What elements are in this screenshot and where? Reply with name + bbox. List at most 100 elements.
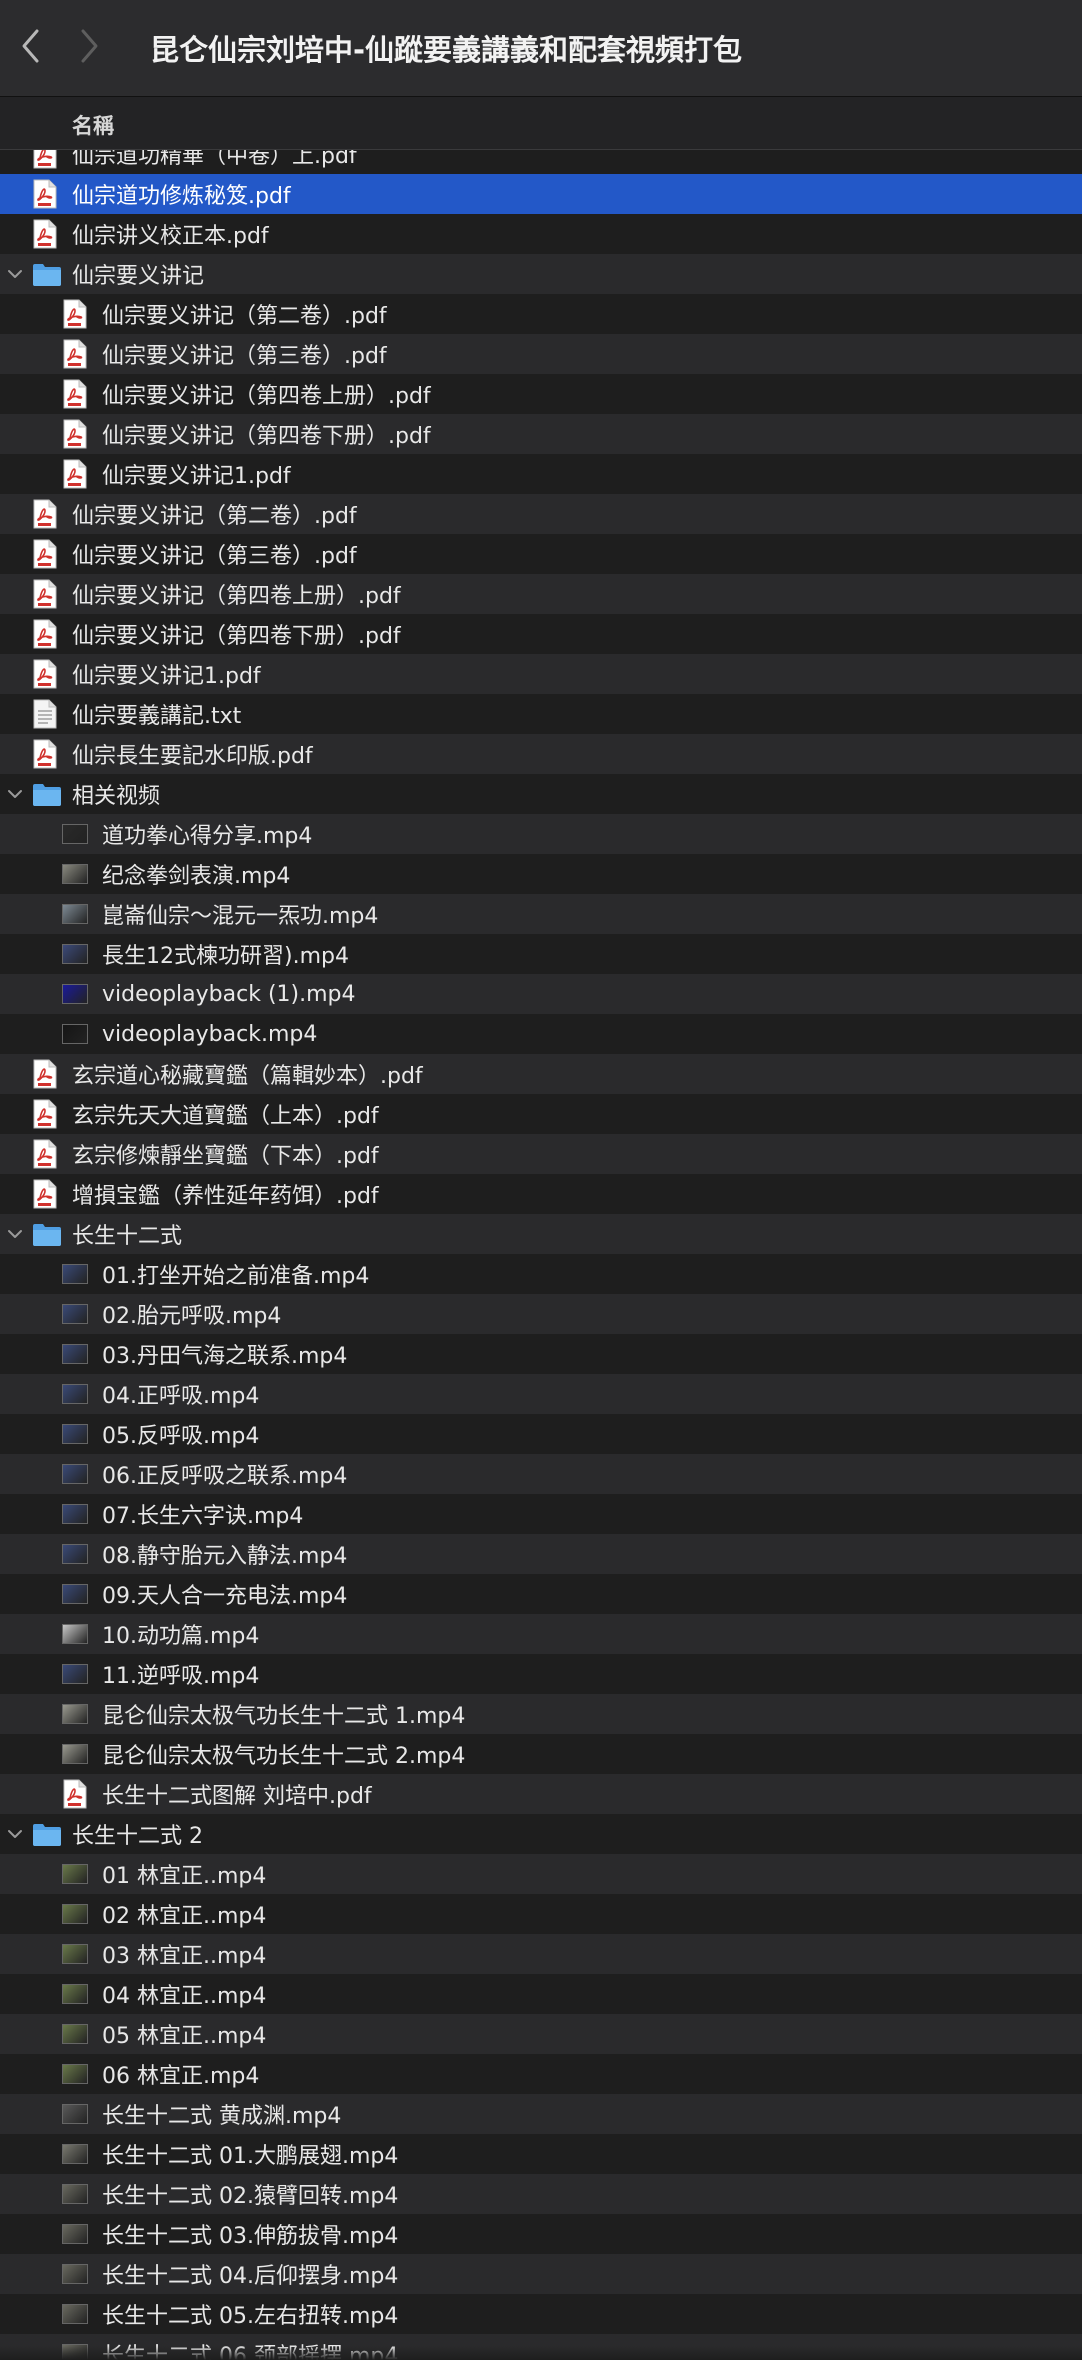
file-row[interactable]: 纪念拳剑表演.mp4 xyxy=(0,854,1082,894)
file-row[interactable]: 道功拳心得分享.mp4 xyxy=(0,814,1082,854)
file-row[interactable]: videoplayback.mp4 xyxy=(0,1014,1082,1054)
video-thumbnail-icon xyxy=(62,1903,88,1925)
video-thumbnail-icon xyxy=(62,2303,88,2325)
file-row[interactable]: 07.长生六字诀.mp4 xyxy=(0,1494,1082,1534)
file-row[interactable]: 长生十二式 01.大鹏展翅.mp4 xyxy=(0,2134,1082,2174)
file-name-label: 长生十二式 2 xyxy=(72,1824,203,1849)
file-row[interactable]: 05 林宜正..mp4 xyxy=(0,2014,1082,2054)
file-name-label: 玄宗修煉靜坐寶鑑（下本）.pdf xyxy=(72,1144,379,1169)
file-row[interactable]: 仙宗要义讲记（第三卷）.pdf xyxy=(0,534,1082,574)
file-row[interactable]: 仙宗道功修炼秘笈.pdf xyxy=(0,174,1082,214)
file-row[interactable]: 10.动功篇.mp4 xyxy=(0,1614,1082,1654)
video-thumbnail-icon xyxy=(62,983,88,1005)
file-row[interactable]: 仙宗要義講記.txt xyxy=(0,694,1082,734)
file-row[interactable]: 昆仑仙宗太极气功长生十二式 1.mp4 xyxy=(0,1694,1082,1734)
file-row[interactable]: 11.逆呼吸.mp4 xyxy=(0,1654,1082,1694)
file-row[interactable]: 仙宗要义讲记1.pdf xyxy=(0,654,1082,694)
folder-row[interactable]: 长生十二式 2 xyxy=(0,1814,1082,1854)
file-name-label: 长生十二式 02.猿臂回转.mp4 xyxy=(102,2184,399,2209)
file-row[interactable]: 仙宗道功精華（中卷）上.pdf xyxy=(0,150,1082,174)
file-name-label: 仙宗要义讲记（第四卷上册）.pdf xyxy=(102,384,431,409)
file-row[interactable]: 03 林宜正..mp4 xyxy=(0,1934,1082,1974)
file-row[interactable]: 02 林宜正..mp4 xyxy=(0,1894,1082,1934)
video-thumbnail-icon xyxy=(62,2183,88,2205)
disclosure-chevron-down-icon[interactable] xyxy=(6,1225,24,1243)
video-thumbnail-icon xyxy=(62,1343,88,1365)
file-name-label: 玄宗道心秘藏寶鑑（篇輯妙本）.pdf xyxy=(72,1064,423,1089)
file-row[interactable]: 04 林宜正..mp4 xyxy=(0,1974,1082,2014)
file-row[interactable]: 仙宗要义讲记（第二卷）.pdf xyxy=(0,494,1082,534)
disclosure-chevron-down-icon[interactable] xyxy=(6,785,24,803)
file-row[interactable]: 02.胎元呼吸.mp4 xyxy=(0,1294,1082,1334)
video-thumbnail-icon xyxy=(62,1423,88,1445)
file-row[interactable]: 长生十二式 04.后仰摆身.mp4 xyxy=(0,2254,1082,2294)
folder-row[interactable]: 长生十二式 xyxy=(0,1214,1082,1254)
file-row[interactable]: 01.打坐开始之前准备.mp4 xyxy=(0,1254,1082,1294)
file-row[interactable]: 仙宗讲义校正本.pdf xyxy=(0,214,1082,254)
video-thumbnail-icon xyxy=(62,1543,88,1565)
file-name-label: videoplayback.mp4 xyxy=(102,1021,318,1047)
file-row[interactable]: 仙宗要义讲记（第四卷上册）.pdf xyxy=(0,574,1082,614)
pdf-file-icon xyxy=(62,299,88,329)
video-thumbnail-icon xyxy=(62,1743,88,1765)
folder-icon xyxy=(32,1219,62,1249)
file-row[interactable]: 仙宗長生要記水印版.pdf xyxy=(0,734,1082,774)
file-row[interactable]: 仙宗要义讲记1.pdf xyxy=(0,454,1082,494)
file-row[interactable]: 长生十二式 03.伸筋拔骨.mp4 xyxy=(0,2214,1082,2254)
disclosure-chevron-down-icon[interactable] xyxy=(6,265,24,283)
file-row[interactable]: 玄宗先天大道寶鑑（上本）.pdf xyxy=(0,1094,1082,1134)
file-row[interactable]: 玄宗修煉靜坐寶鑑（下本）.pdf xyxy=(0,1134,1082,1174)
file-row[interactable]: 04.正呼吸.mp4 xyxy=(0,1374,1082,1414)
file-name-label: 长生十二式 黄成渊.mp4 xyxy=(102,2104,342,2129)
file-name-label: 仙宗要义讲记（第二卷）.pdf xyxy=(72,504,357,529)
video-thumbnail-icon xyxy=(62,1503,88,1525)
folder-row[interactable]: 相关视频 xyxy=(0,774,1082,814)
file-row[interactable]: 玄宗道心秘藏寶鑑（篇輯妙本）.pdf xyxy=(0,1054,1082,1094)
file-row[interactable]: 05.反呼吸.mp4 xyxy=(0,1414,1082,1454)
column-header-name[interactable]: 名稱 xyxy=(0,97,1082,150)
file-row[interactable]: 仙宗要义讲记（第四卷下册）.pdf xyxy=(0,414,1082,454)
file-name-label: 長生12式楝功研習).mp4 xyxy=(102,944,349,969)
pdf-file-icon xyxy=(32,219,58,249)
file-row[interactable]: 09.天人合一充电法.mp4 xyxy=(0,1574,1082,1614)
folder-row[interactable]: 仙宗要义讲记 xyxy=(0,254,1082,294)
file-row[interactable]: 長生12式楝功研習).mp4 xyxy=(0,934,1082,974)
file-row[interactable]: 01 林宜正..mp4 xyxy=(0,1854,1082,1894)
disclosure-chevron-down-icon[interactable] xyxy=(6,1825,24,1843)
file-row[interactable]: 昆仑仙宗太极气功长生十二式 2.mp4 xyxy=(0,1734,1082,1774)
file-row[interactable]: 崑崙仙宗～混元一炁功.mp4 xyxy=(0,894,1082,934)
file-name-label: 仙宗要义讲记1.pdf xyxy=(72,664,261,689)
file-name-label: 纪念拳剑表演.mp4 xyxy=(102,864,291,889)
file-row[interactable]: 03.丹田气海之联系.mp4 xyxy=(0,1334,1082,1374)
file-row[interactable]: 08.静守胎元入静法.mp4 xyxy=(0,1534,1082,1574)
file-row[interactable]: 长生十二式图解 刘培中.pdf xyxy=(0,1774,1082,1814)
file-row[interactable]: 06.正反呼吸之联系.mp4 xyxy=(0,1454,1082,1494)
column-header-label: 名稱 xyxy=(72,114,114,138)
file-list[interactable]: 仙宗道功精華（中卷）上.pdf 仙宗道功修炼秘笈.pdf 仙宗讲义校正本.pdf 仙宗… xyxy=(0,150,1082,2360)
file-row[interactable]: 仙宗要义讲记（第三卷）.pdf xyxy=(0,334,1082,374)
window-title: 昆仑仙宗刘培中-仙蹤要義講義和配套視頻打包 xyxy=(150,33,743,67)
file-name-label: 07.长生六字诀.mp4 xyxy=(102,1504,304,1529)
pdf-file-icon xyxy=(62,1779,88,1809)
file-name-label: 08.静守胎元入静法.mp4 xyxy=(102,1544,348,1569)
file-row[interactable]: 增損宝鑑（养性延年药饵）.pdf xyxy=(0,1174,1082,1214)
file-row[interactable]: 仙宗要义讲记（第四卷下册）.pdf xyxy=(0,614,1082,654)
file-row[interactable]: 长生十二式 02.猿臂回转.mp4 xyxy=(0,2174,1082,2214)
file-row[interactable]: 06 林宜正.mp4 xyxy=(0,2054,1082,2094)
pdf-file-icon xyxy=(32,539,58,569)
pdf-file-icon xyxy=(32,1179,58,1209)
file-row[interactable]: 长生十二式 黄成渊.mp4 xyxy=(0,2094,1082,2134)
back-button[interactable] xyxy=(0,0,60,96)
title-bar: 昆仑仙宗刘培中-仙蹤要義講義和配套視頻打包 xyxy=(0,0,1082,97)
video-thumbnail-icon xyxy=(62,1623,88,1645)
file-row[interactable]: 长生十二式 05.左右扭转.mp4 xyxy=(0,2294,1082,2334)
file-row[interactable]: videoplayback (1).mp4 xyxy=(0,974,1082,1014)
file-row[interactable]: 仙宗要义讲记（第二卷）.pdf xyxy=(0,294,1082,334)
video-thumbnail-icon xyxy=(62,2023,88,2045)
video-thumbnail-icon xyxy=(62,943,88,965)
video-thumbnail-icon xyxy=(62,1263,88,1285)
forward-button[interactable] xyxy=(60,0,120,96)
video-thumbnail-icon xyxy=(62,1023,88,1045)
file-name-label: 06 林宜正.mp4 xyxy=(102,2064,260,2089)
file-row[interactable]: 仙宗要义讲记（第四卷上册）.pdf xyxy=(0,374,1082,414)
